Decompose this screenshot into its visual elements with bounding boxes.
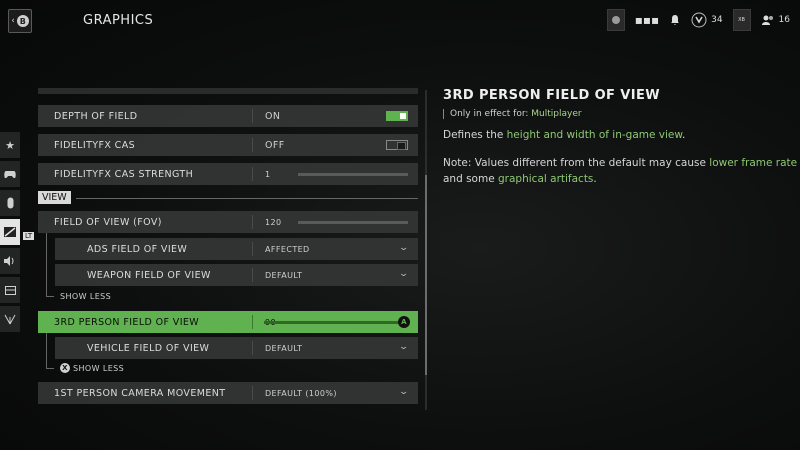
section-label: VIEW: [38, 191, 71, 204]
setting-fidelityfx-cas[interactable]: FIDELITYFX CAS OFF: [38, 134, 418, 156]
interface-icon[interactable]: [0, 277, 20, 303]
back-button[interactable]: ‹ B: [8, 9, 32, 33]
setting-weapon-fov[interactable]: WEAPON FIELD OF VIEW DEFAULT ⌄: [55, 264, 418, 286]
tree-connector: [46, 333, 54, 369]
setting-value: DEFAULT: [265, 270, 303, 280]
note-suffix: .: [593, 173, 597, 185]
setting-depth-of-field[interactable]: DEPTH OF FIELD ON: [38, 105, 418, 127]
chevron-down-icon: ⌄: [398, 269, 410, 279]
tree-connector: [46, 233, 54, 297]
section-divider: [76, 198, 418, 199]
chevron-down-icon: ⌄: [398, 342, 410, 352]
box-icon[interactable]: XB: [732, 9, 751, 31]
setting-label: 3RD PERSON FIELD OF VIEW: [38, 315, 253, 329]
effect-mode: Multiplayer: [531, 109, 582, 119]
friends-count: 16: [778, 15, 790, 25]
show-less-button[interactable]: X SHOW LESS: [60, 363, 124, 373]
controller-icon[interactable]: [0, 161, 20, 187]
info-description: Defines the height and width of in-game …: [443, 127, 798, 143]
setting-value: AFFECTED: [265, 244, 310, 254]
setting-value: DEFAULT (100%): [265, 388, 337, 398]
level-icon: 34: [691, 12, 723, 28]
bell-icon[interactable]: [669, 14, 681, 26]
audio-icon[interactable]: [0, 248, 20, 274]
effect-note: Only in effect for: Multiplayer: [443, 109, 798, 119]
setting-ads-fov[interactable]: ADS FIELD OF VIEW AFFECTED ⌄: [55, 238, 418, 260]
page-title: GRAPHICS: [83, 13, 154, 28]
info-title: 3RD PERSON FIELD OF VIEW: [443, 88, 660, 103]
a-button-icon: A: [398, 316, 410, 328]
chevron-down-icon: ⌄: [398, 243, 410, 253]
setting-label: ADS FIELD OF VIEW: [55, 242, 253, 256]
effect-prefix: Only in effect for:: [450, 109, 532, 119]
show-less-label: SHOW LESS: [73, 363, 125, 373]
desc-prefix: Defines the: [443, 129, 507, 141]
record-icon[interactable]: [606, 9, 625, 31]
chevron-down-icon: ⌄: [398, 387, 410, 397]
mouse-icon[interactable]: [0, 190, 20, 216]
setting-label: DEPTH OF FIELD: [38, 109, 253, 123]
setting-camera-movement[interactable]: 1ST PERSON CAMERA MOVEMENT DEFAULT (100%…: [38, 382, 418, 404]
slider[interactable]: [298, 221, 408, 224]
desc-suffix: .: [682, 129, 686, 141]
setting-label: FIDELITYFX CAS STRENGTH: [38, 167, 253, 181]
slider[interactable]: [264, 321, 404, 324]
setting-value: DEFAULT: [265, 343, 303, 353]
setting-label: FIELD OF VIEW (FOV): [38, 215, 253, 229]
note-highlight-1: lower frame rate: [709, 157, 798, 169]
x-button-icon: X: [60, 363, 70, 373]
note-mid: and some: [443, 173, 499, 185]
info-panel: 3RD PERSON FIELD OF VIEW Only in effect …: [443, 88, 798, 187]
scrollbar-thumb[interactable]: [425, 175, 427, 375]
slider[interactable]: [298, 173, 408, 176]
setting-vehicle-fov[interactable]: VEHICLE FIELD OF VIEW DEFAULT ⌄: [55, 337, 418, 359]
info-note: Note: Values different from the default …: [443, 155, 798, 187]
setting-label: FIDELITYFX CAS: [38, 138, 253, 152]
section-view: VIEW: [38, 191, 418, 205]
top-bar: ‹ B GRAPHICS ▪▪▪ 34 XB 16: [0, 0, 800, 40]
partial-row: [38, 88, 418, 94]
toggle-off[interactable]: [386, 140, 408, 150]
b-button-icon: B: [16, 15, 29, 27]
graphics-icon[interactable]: [0, 219, 20, 245]
top-icons: ▪▪▪ 34 XB 16: [606, 9, 790, 31]
setting-label: WEAPON FIELD OF VIEW: [55, 268, 253, 282]
note-prefix: Note: Values different from the default …: [443, 157, 710, 169]
sidebar-tag: LT: [23, 232, 35, 240]
network-icon[interactable]: [0, 306, 20, 332]
setting-3rd-person-fov[interactable]: 3RD PERSON FIELD OF VIEW 90 A: [38, 311, 418, 333]
setting-label: 1ST PERSON CAMERA MOVEMENT: [38, 386, 253, 400]
note-highlight-2: graphical artifacts: [498, 173, 594, 185]
desc-highlight: height and width of in-game view: [506, 129, 682, 141]
show-less-label: SHOW LESS: [60, 292, 112, 301]
level-count: 34: [711, 15, 723, 25]
grid-icon[interactable]: ▪▪▪: [635, 13, 659, 27]
show-less-button[interactable]: SHOW LESS: [60, 292, 111, 301]
sidebar: ★ LT: [0, 132, 35, 335]
friends-icon[interactable]: 16: [761, 14, 790, 26]
star-icon[interactable]: ★: [0, 132, 20, 158]
setting-label: VEHICLE FIELD OF VIEW: [55, 341, 253, 355]
toggle-on[interactable]: [386, 111, 408, 121]
setting-field-of-view[interactable]: FIELD OF VIEW (FOV) 120: [38, 211, 418, 233]
setting-fidelityfx-cas-strength[interactable]: FIDELITYFX CAS STRENGTH 1: [38, 163, 418, 185]
